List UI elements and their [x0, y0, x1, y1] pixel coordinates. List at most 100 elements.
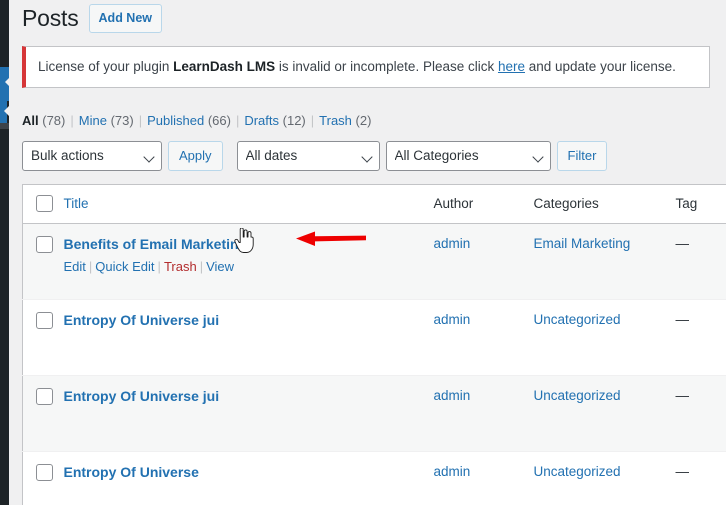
- author-link[interactable]: admin: [434, 312, 471, 327]
- license-notice: License of your plugin LearnDash LMS is …: [22, 46, 710, 89]
- notice-text-middle: is invalid or incomplete. Please click: [275, 59, 498, 74]
- row-tags-cell: —: [667, 298, 726, 376]
- post-title-link[interactable]: Entropy Of Universe jui: [64, 388, 220, 404]
- filter-link-all: All (78): [22, 108, 65, 134]
- filter-separator-3: |: [235, 113, 240, 129]
- row-checkbox-cell: [22, 450, 61, 505]
- author-link[interactable]: admin: [434, 388, 471, 403]
- dates-select-wrapper: All dates: [236, 141, 380, 172]
- column-header-title-link[interactable]: Title: [64, 196, 89, 211]
- table-row: Entropy Of Universe jui admin Uncategori…: [22, 374, 726, 452]
- row-select-checkbox[interactable]: [36, 387, 53, 405]
- column-header-categories: Categories: [525, 184, 668, 224]
- category-link[interactable]: Uncategorized: [534, 312, 621, 327]
- posts-list-table: Title Author Categories Tag Benefits of …: [22, 184, 726, 505]
- filter-link-drafts: Drafts (12): [244, 108, 305, 134]
- row-author-cell: admin: [425, 450, 526, 505]
- author-link[interactable]: admin: [434, 236, 471, 251]
- filter-link-trash: Trash (2): [319, 108, 371, 134]
- column-header-author: Author: [425, 184, 526, 224]
- categories-select-wrapper: All Categories: [385, 141, 551, 172]
- row-tags-cell: —: [667, 374, 726, 452]
- table-row: Entropy Of Universe jui admin Uncategori…: [22, 298, 726, 376]
- post-title-link[interactable]: Entropy Of Universe: [64, 464, 199, 480]
- filter-link-all-count: (78): [42, 113, 66, 129]
- notice-plugin-name: LearnDash LMS: [173, 59, 276, 74]
- filter-link-mine-count: (73): [110, 113, 134, 129]
- row-action-separator: |: [157, 258, 161, 274]
- row-title-cell: Entropy Of Universe jui: [60, 374, 426, 452]
- filter-separator-2: |: [138, 113, 143, 129]
- filter-separator-4: |: [310, 113, 315, 129]
- add-new-button[interactable]: Add New: [88, 3, 163, 33]
- row-author-cell: admin: [426, 223, 526, 299]
- row-title-cell: Entropy Of Universe jui: [60, 298, 426, 376]
- categories-select[interactable]: All Categories: [385, 141, 551, 172]
- dates-select[interactable]: All dates: [236, 141, 380, 172]
- row-select-checkbox[interactable]: [36, 311, 53, 329]
- table-row: Entropy Of Universe admin Uncategorized …: [22, 450, 726, 505]
- row-action-separator: |: [88, 258, 93, 274]
- apply-button[interactable]: Apply: [168, 141, 223, 172]
- row-categories-cell: Uncategorized: [525, 450, 668, 505]
- category-link[interactable]: Uncategorized: [534, 388, 621, 403]
- row-checkbox-cell: [22, 374, 61, 452]
- page-title: Posts: [22, 5, 79, 32]
- filter-link-all-label[interactable]: All: [22, 113, 39, 128]
- filter-link-mine-label[interactable]: Mine: [79, 113, 107, 128]
- wordpress-posts-screen: Posts Add New License of your plugin Lea…: [0, 0, 726, 505]
- bulk-actions-select-wrapper: Bulk actions: [22, 141, 162, 172]
- row-categories-cell: Uncategorized: [525, 298, 668, 376]
- page-header: Posts Add New: [9, 0, 726, 36]
- row-tags-cell: —: [667, 450, 726, 505]
- row-action-view[interactable]: View: [206, 259, 234, 274]
- filter-link-mine: Mine (73): [79, 108, 134, 134]
- row-checkbox-cell: [22, 298, 61, 376]
- row-checkbox-cell: [23, 223, 61, 299]
- row-action-separator: |: [199, 258, 204, 274]
- row-action-trash[interactable]: Trash: [164, 259, 197, 274]
- post-status-filter-links: All (78) | Mine (73) | Published (66) | …: [22, 108, 726, 134]
- row-actions: Edit | Quick Edit | Trash | View: [64, 257, 418, 277]
- post-title-link[interactable]: Benefits of Email Marketing: [64, 236, 248, 252]
- filter-link-trash-count: (2): [355, 113, 372, 129]
- category-link[interactable]: Email Marketing: [534, 236, 631, 251]
- row-author-cell: admin: [425, 298, 526, 376]
- row-title-cell: Entropy Of Universe: [60, 450, 426, 505]
- column-header-tags: Tag: [667, 184, 726, 224]
- row-author-cell: admin: [425, 374, 526, 452]
- bulk-actions-select[interactable]: Bulk actions: [22, 141, 162, 172]
- table-header-row: Title Author Categories Tag: [22, 184, 726, 224]
- admin-sidebar-divider: [0, 123, 9, 129]
- content-wrap: Posts Add New License of your plugin Lea…: [9, 0, 726, 505]
- table-body: Benefits of Email Marketing Edit | Quick E…: [22, 223, 726, 505]
- row-action-edit[interactable]: Edit: [64, 259, 86, 274]
- filter-link-trash-label[interactable]: Trash: [319, 113, 352, 128]
- row-title-cell: Benefits of Email Marketing Edit | Quick E…: [61, 223, 426, 299]
- filter-link-drafts-count: (12): [282, 113, 306, 129]
- row-action-quick-edit[interactable]: Quick Edit: [95, 259, 154, 274]
- select-all-checkbox[interactable]: [36, 194, 53, 212]
- filter-link-published: Published (66): [147, 108, 231, 134]
- author-link[interactable]: admin: [434, 464, 471, 479]
- filter-link-published-count: (66): [207, 113, 231, 129]
- filter-separator-1: |: [70, 113, 74, 129]
- filter-link-published-label[interactable]: Published: [147, 113, 204, 128]
- notice-text-after: and update your license.: [525, 59, 676, 74]
- table-toolbar: Bulk actions Apply All dates All Categor…: [22, 140, 726, 172]
- filter-button[interactable]: Filter: [556, 141, 608, 172]
- filter-link-drafts-label[interactable]: Drafts: [244, 113, 279, 128]
- notice-here-link[interactable]: here: [498, 59, 525, 74]
- row-tags-cell: —: [675, 235, 690, 251]
- row-select-checkbox[interactable]: [36, 235, 53, 253]
- row-select-checkbox[interactable]: [36, 463, 53, 481]
- license-notice-text: License of your plugin LearnDash LMS is …: [38, 57, 676, 77]
- column-header-title: Title: [60, 184, 426, 224]
- notice-text-before: License of your plugin: [38, 59, 174, 74]
- row-categories-cell: Uncategorized: [525, 374, 668, 452]
- table-head: Title Author Categories Tag: [22, 184, 726, 224]
- category-link[interactable]: Uncategorized: [534, 464, 621, 479]
- post-title-link[interactable]: Entropy Of Universe jui: [64, 312, 220, 328]
- row-categories-cell: Email Marketing: [526, 223, 668, 299]
- select-all-header: [22, 184, 61, 224]
